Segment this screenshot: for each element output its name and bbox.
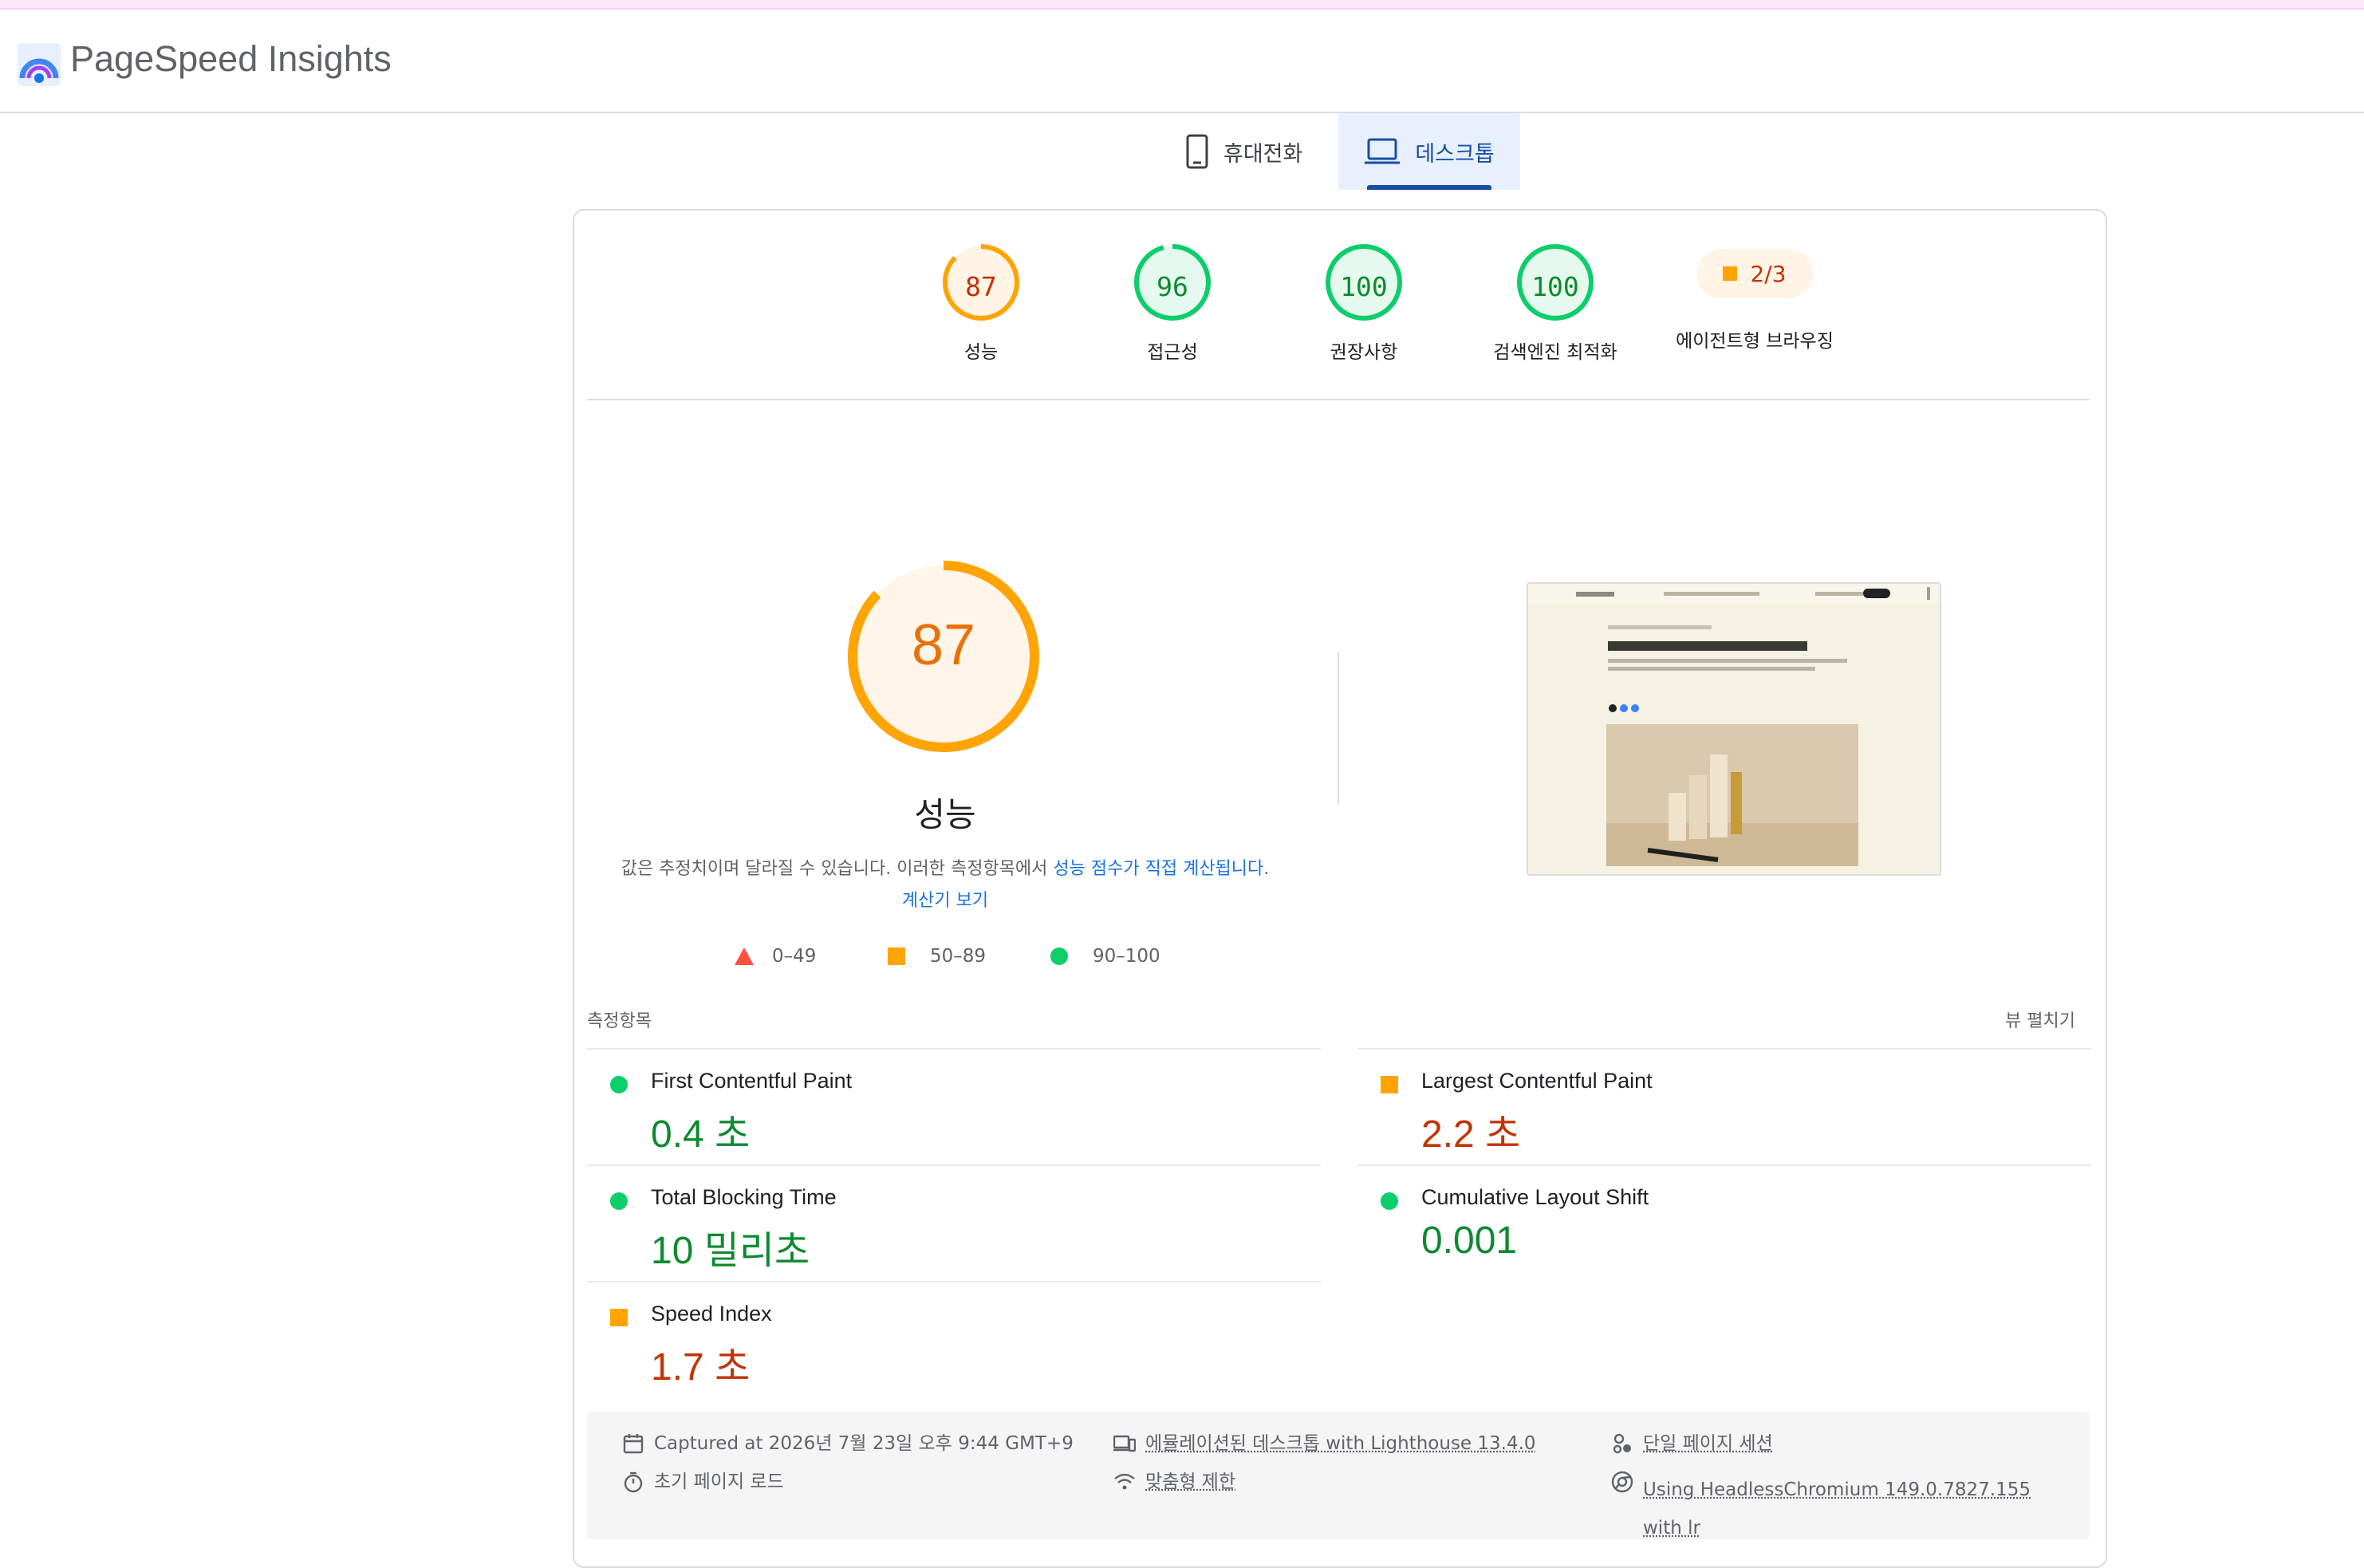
gauge-accessibility[interactable]: 96 접근성: [1085, 242, 1260, 364]
metric-si-value: 1.7 초: [651, 1346, 751, 1389]
footer-session-text: 단일 페이지 세션: [1643, 1433, 1773, 1454]
gauge-best-practices[interactable]: 100 권장사항: [1276, 242, 1452, 364]
pass-circle-icon: [610, 1076, 628, 1093]
laptop-icon: [1364, 137, 1401, 166]
footer-captured: Captured at 2026년 7월 23일 오후 9:44 GMT+9: [622, 1432, 1074, 1455]
calculator-link[interactable]: 계산기 보기: [902, 891, 988, 911]
description-period: .: [1263, 859, 1270, 879]
footer-throttling-text: 맞춤형 제한: [1145, 1471, 1236, 1492]
metric-cls-name: Cumulative Layout Shift: [1421, 1185, 1649, 1209]
chrome-icon: [1611, 1471, 1633, 1493]
tab-desktop-label: 데스크톱: [1415, 141, 1495, 167]
tab-desktop[interactable]: 데스크톱: [1338, 113, 1520, 190]
metrics-header: 측정항목 뷰 펼치기: [587, 1007, 2090, 1032]
agentic-score-pill: 2/3: [1696, 249, 1813, 298]
metric-lcp-value: 2.2 초: [1421, 1113, 1521, 1156]
gauge-agentic-browsing[interactable]: 2/3 에이전트형 브라우징: [1643, 242, 1866, 353]
average-square-icon: [610, 1309, 628, 1326]
devices-icon: [1113, 1435, 1136, 1452]
fail-triangle-icon: [735, 947, 754, 965]
footer-throttling[interactable]: 맞춤형 제한: [1113, 1471, 1235, 1493]
calendar-icon: [623, 1434, 644, 1454]
legend-average-range: 50–89: [930, 946, 987, 967]
metric-lcp: Largest Contentful Paint 2.2 초: [1357, 1048, 2091, 1164]
vertical-divider: [1338, 652, 1339, 804]
metric-fcp-value: 0.4 초: [651, 1113, 751, 1156]
legend-average: 50–89: [887, 946, 986, 967]
metric-tbt: Total Blocking Time 10 밀리초: [587, 1164, 1321, 1281]
tab-mobile-label: 휴대전화: [1223, 141, 1303, 167]
average-square-icon: [888, 947, 905, 965]
phone-icon: [1185, 134, 1209, 169]
expand-view-button[interactable]: 뷰 펼치기: [2005, 1007, 2075, 1032]
legend-fail: 0–49: [734, 946, 816, 967]
browser-top-strip: [0, 0, 2364, 10]
person-icon: [1613, 1433, 1631, 1454]
footer-browser[interactable]: Using HeadlessChromium 149.0.7827.155 wi…: [1611, 1471, 2074, 1547]
footer-browser-text: Using HeadlessChromium 149.0.7827.155 wi…: [1643, 1479, 2031, 1538]
metric-cls-value: 0.001: [1421, 1219, 1518, 1262]
gauge-performance-label: 성능: [963, 342, 999, 363]
gauge-best-practices-score: 100: [1340, 271, 1388, 302]
metric-tbt-name: Total Blocking Time: [651, 1185, 837, 1209]
footer-captured-text: Captured at 2026년 7월 23일 오후 9:44 GMT+9: [654, 1433, 1074, 1454]
metric-fcp-name: First Contentful Paint: [651, 1069, 853, 1093]
metric-tbt-value: 10 밀리초: [651, 1230, 810, 1272]
metric-lcp-name: Largest Contentful Paint: [1421, 1069, 1653, 1093]
gauges-divider: [587, 399, 2090, 400]
gauge-seo[interactable]: 100 검색엔진 최적화: [1468, 242, 1643, 364]
metric-si: Speed Index 1.7 초: [587, 1281, 1321, 1397]
gauge-seo-label: 검색엔진 최적화: [1493, 342, 1617, 363]
tab-mobile[interactable]: 휴대전화: [1185, 113, 1345, 190]
metric-fcp: First Contentful Paint 0.4 초: [587, 1048, 1321, 1164]
footer-initial-load: 초기 페이지 로드: [622, 1471, 784, 1493]
final-screenshot-thumbnail[interactable]: [1527, 582, 1941, 876]
metric-si-name: Speed Index: [651, 1302, 772, 1326]
runtime-settings-footer: Captured at 2026년 7월 23일 오후 9:44 GMT+9 초…: [587, 1412, 2090, 1539]
app-header: PageSpeed Insights: [0, 10, 2364, 113]
gauge-best-practices-label: 권장사항: [1330, 342, 1398, 363]
legend-fail-range: 0–49: [772, 946, 817, 967]
performance-description-text: 값은 추정치이며 달라질 수 있습니다. 이러한 측정항목에서: [621, 859, 1054, 879]
gauge-agentic-score: 2/3: [1750, 260, 1787, 287]
performance-title: 성능: [914, 795, 976, 834]
score-calc-link[interactable]: 성능 점수가 직접 계산됩니다: [1053, 859, 1263, 879]
active-tab-indicator: [1367, 185, 1491, 190]
wifi-icon: [1114, 1473, 1135, 1490]
gauge-accessibility-score: 96: [1156, 271, 1188, 302]
metric-cls: Cumulative Layout Shift 0.001: [1357, 1164, 2091, 1281]
average-square-icon: [1723, 266, 1738, 281]
gauge-agentic-label: 에이전트형 브라우징: [1676, 331, 1834, 352]
legend-pass-range: 90–100: [1093, 946, 1160, 967]
average-square-icon: [1381, 1076, 1398, 1093]
gauge-accessibility-label: 접근성: [1147, 342, 1198, 363]
pagespeed-logo-icon: [18, 43, 61, 86]
timer-icon: [624, 1471, 643, 1493]
gauge-seo-score: 100: [1531, 271, 1579, 302]
gauge-performance-score: 87: [965, 271, 997, 302]
footer-initial-load-text: 초기 페이지 로드: [654, 1471, 784, 1492]
gauge-performance[interactable]: 87 성능: [893, 242, 1069, 364]
legend-pass: 90–100: [1050, 946, 1160, 967]
page-preview-image: [1528, 584, 1940, 874]
category-gauges: 87 성능 96 접근성 100 권장사항 100 검색엔진 최적화 2/3 에…: [893, 242, 1850, 386]
footer-session[interactable]: 단일 페이지 세션: [1611, 1432, 1773, 1455]
pass-circle-icon: [610, 1192, 628, 1210]
footer-emulated[interactable]: 에뮬레이션된 데스크톱 with Lighthouse 13.4.0: [1113, 1432, 1536, 1455]
pass-circle-icon: [1381, 1192, 1398, 1210]
performance-big-score: 87: [911, 613, 976, 677]
pass-circle-icon: [1050, 947, 1068, 965]
metrics-title: 측정항목: [587, 1011, 652, 1031]
performance-description: 값은 추정치이며 달라질 수 있습니다. 이러한 측정항목에서 성능 점수가 직…: [614, 853, 1276, 917]
footer-emulated-text: 에뮬레이션된 데스크톱 with Lighthouse 13.4.0: [1145, 1433, 1536, 1454]
app-title: PageSpeed Insights: [70, 38, 392, 79]
